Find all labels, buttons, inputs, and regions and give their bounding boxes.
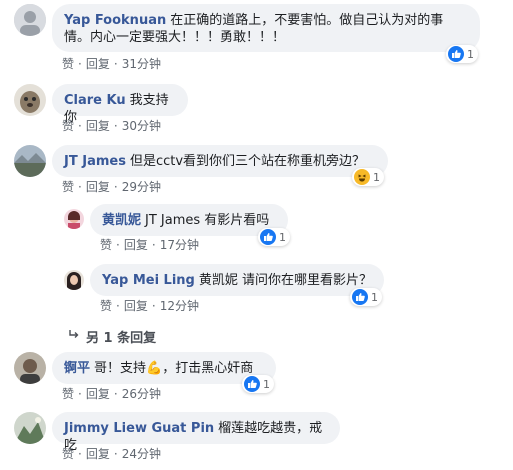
comment-actions: 赞 · 回复 · 17分钟	[100, 238, 199, 252]
comment-bubble: JT James 但是cctv看到你们三个站在称重机旁边？	[52, 145, 388, 177]
comment-actions: 赞 · 回复 · 30分钟	[62, 119, 161, 133]
avatar[interactable]	[14, 145, 46, 177]
like-icon	[260, 229, 276, 245]
comment-time[interactable]: 17分钟	[160, 238, 199, 252]
like-button[interactable]: 赞	[100, 299, 112, 313]
comment-actions: 赞 · 回复 · 26分钟	[62, 387, 161, 401]
like-button[interactable]: 赞	[100, 238, 112, 252]
comment-author[interactable]: 锕平	[64, 361, 90, 376]
comment-author[interactable]: Yap Fooknuan	[64, 13, 166, 28]
reply-arrow-icon	[68, 329, 80, 345]
reaction-count[interactable]: 1	[350, 288, 382, 306]
comment-time[interactable]: 31分钟	[122, 57, 161, 71]
reaction-number: 1	[263, 377, 270, 391]
reaction-number: 1	[467, 47, 474, 61]
reply-button[interactable]: 回复	[86, 447, 110, 461]
reaction-number: 1	[279, 230, 286, 244]
reply-button[interactable]: 回复	[86, 119, 110, 133]
reaction-count[interactable]: 1	[258, 228, 290, 246]
comment-bubble: Jimmy Liew Guat Pin 榴莲越吃越贵，戒吃	[52, 412, 340, 453]
comment-text: 但是cctv看到你们三个站在称重机旁边？	[129, 154, 366, 169]
comment-author[interactable]: Yap Mei Ling	[102, 273, 195, 288]
reaction-number: 1	[373, 170, 380, 184]
avatar[interactable]	[14, 412, 46, 444]
comment-author[interactable]: JT James	[64, 154, 126, 169]
haha-icon	[354, 169, 370, 185]
comment-bubble: 黄凯妮 JT James 有影片看吗	[90, 204, 288, 236]
comment-text: 黄凯妮 请问你在哪里看影片？	[198, 273, 373, 288]
reaction-number: 1	[371, 290, 378, 304]
like-icon	[448, 46, 464, 62]
comment-author[interactable]: 黄凯妮	[102, 213, 141, 228]
like-button[interactable]: 赞	[62, 447, 74, 461]
avatar[interactable]	[14, 84, 46, 116]
reaction-count[interactable]: 1	[446, 45, 478, 63]
comment-actions: 赞 · 回复 · 12分钟	[100, 299, 199, 313]
comment-actions: 赞 · 回复 · 29分钟	[62, 180, 161, 194]
reply-button[interactable]: 回复	[124, 238, 148, 252]
more-replies-link[interactable]: 另 1 条回复	[68, 327, 156, 346]
comment-time[interactable]: 12分钟	[160, 299, 199, 313]
like-button[interactable]: 赞	[62, 57, 74, 71]
comment-time[interactable]: 24分钟	[122, 447, 161, 461]
comment-author[interactable]: Jimmy Liew Guat Pin	[64, 421, 214, 436]
comment-actions: 赞 · 回复 · 24分钟	[62, 447, 161, 461]
reaction-count[interactable]: 1	[242, 375, 274, 393]
comment-bubble: Yap Mei Ling 黄凯妮 请问你在哪里看影片？	[90, 264, 384, 296]
comment-text: 哥！支持💪，打击黑心奸商	[94, 361, 254, 376]
comment-time[interactable]: 29分钟	[122, 180, 161, 194]
more-replies-label: 另 1 条回复	[86, 331, 157, 346]
comment-bubble: Yap Fooknuan 在正确的道路上，不要害怕。做自己认为对的事 情。内心一定…	[52, 4, 480, 52]
comment-text-line2: 情。内心一定要强大！！！勇敢！！！	[64, 30, 286, 45]
like-icon	[244, 376, 260, 392]
avatar[interactable]	[64, 209, 84, 229]
comment-text: JT James 有影片看吗	[145, 213, 270, 228]
reply-button[interactable]: 回复	[124, 299, 148, 313]
comment-time[interactable]: 26分钟	[122, 387, 161, 401]
avatar[interactable]	[14, 352, 46, 384]
reply-button[interactable]: 回复	[86, 180, 110, 194]
like-button[interactable]: 赞	[62, 387, 74, 401]
avatar[interactable]	[64, 270, 84, 290]
like-button[interactable]: 赞	[62, 119, 74, 133]
reaction-count[interactable]: 1	[352, 168, 384, 186]
reply-button[interactable]: 回复	[86, 387, 110, 401]
comment-text-line1: 在正确的道路上，不要害怕。做自己认为对的事	[170, 13, 444, 28]
avatar[interactable]	[14, 4, 46, 36]
comment-time[interactable]: 30分钟	[122, 119, 161, 133]
comment-actions: 赞 · 回复 · 31分钟	[62, 57, 161, 71]
like-button[interactable]: 赞	[62, 180, 74, 194]
comment-bubble: Clare Ku 我支持你	[52, 84, 188, 125]
reply-button[interactable]: 回复	[86, 57, 110, 71]
like-icon	[352, 289, 368, 305]
comment-author[interactable]: Clare Ku	[64, 93, 126, 108]
